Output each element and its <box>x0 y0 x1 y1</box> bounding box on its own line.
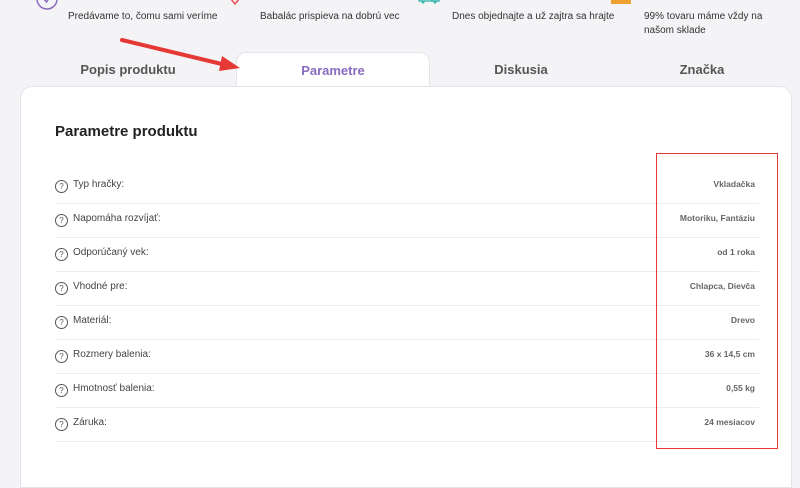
help-icon[interactable]: ? <box>55 384 68 397</box>
param-row: ? Hmotnosť balenia: 0,55 kg <box>55 373 759 408</box>
param-row: ? Typ hračky: Vkladačka <box>55 169 759 204</box>
param-row: ? Materiál: Drevo <box>55 305 759 340</box>
param-row: ? Odporúčaný vek: od 1 roka <box>55 237 759 272</box>
param-label: Hmotnosť balenia: <box>73 383 155 394</box>
param-row: ? Rozmery balenia: 36 x 14,5 cm <box>55 339 759 374</box>
param-label: Napomáha rozvíjať: <box>73 213 161 224</box>
heart-hands-icon <box>230 0 240 6</box>
usp-text: Predávame to, čomu sami veríme <box>68 11 218 22</box>
help-icon[interactable]: ? <box>55 282 68 295</box>
help-icon[interactable]: ? <box>55 316 68 329</box>
tab-discussion[interactable]: Diskusia <box>428 52 614 88</box>
heart-check-icon <box>36 0 58 10</box>
tab-parameters[interactable]: Parametre <box>236 52 430 89</box>
param-row: ? Vhodné pre: Chlapca, Dievča <box>55 271 759 306</box>
help-icon[interactable]: ? <box>55 180 68 193</box>
param-label: Typ hračky: <box>73 179 125 190</box>
panel-title: Parametre produktu <box>55 123 198 140</box>
param-label: Záruka: <box>73 417 107 428</box>
usp-text: Dnes objednajte a už zajtra sa hrajte <box>452 11 615 22</box>
param-label: Odporúčaný vek: <box>73 247 149 258</box>
param-row: ? Záruka: 24 mesiacov <box>55 407 759 442</box>
usp-text: 99% tovaru máme vždy na našom sklade <box>644 11 763 36</box>
param-label: Vhodné pre: <box>73 281 128 292</box>
usp-text: Babalác prispieva na dobrú vec <box>260 11 400 22</box>
help-icon[interactable]: ? <box>55 350 68 363</box>
help-icon[interactable]: ? <box>55 418 68 431</box>
warehouse-boxes-icon <box>611 0 631 4</box>
param-row: ? Napomáha rozvíjať: Motoriku, Fantáziu <box>55 203 759 238</box>
red-arrow-annotation <box>120 38 240 71</box>
help-icon[interactable]: ? <box>55 214 68 227</box>
param-label: Rozmery balenia: <box>73 349 151 360</box>
tab-brand[interactable]: Značka <box>614 52 790 88</box>
param-label: Materiál: <box>73 315 112 326</box>
delivery-truck-icon <box>418 0 440 4</box>
help-icon[interactable]: ? <box>55 248 68 261</box>
highlight-box-annotation <box>656 153 778 449</box>
